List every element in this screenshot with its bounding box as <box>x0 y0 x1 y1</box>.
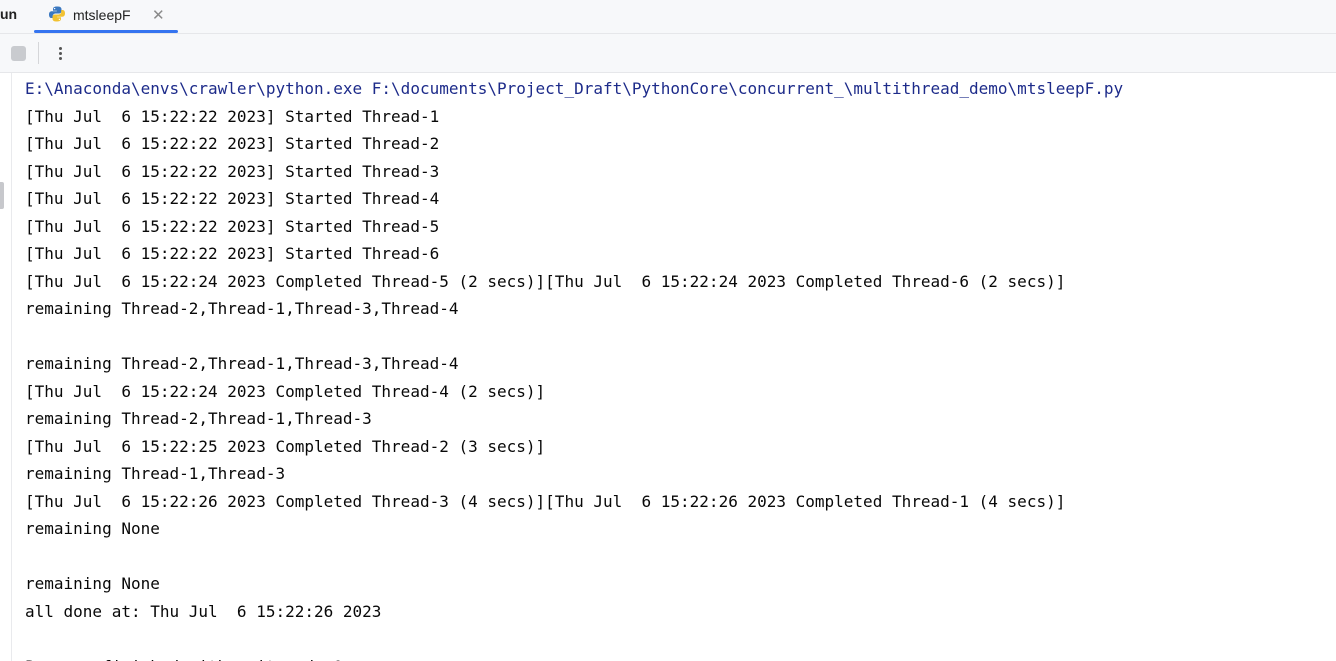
console-line: [Thu Jul 6 15:22:26 2023 Completed Threa… <box>25 491 1066 511</box>
run-tab-bar: un mtsleepF ✕ <box>0 0 1336 34</box>
console-line: all done at: Thu Jul 6 15:22:26 2023 <box>25 601 382 621</box>
close-icon[interactable]: ✕ <box>152 6 165 24</box>
console-text[interactable]: E:\Anaconda\envs\crawler\python.exe F:\d… <box>25 75 1123 661</box>
console-line: [Thu Jul 6 15:22:24 2023 Completed Threa… <box>25 381 546 401</box>
console-line: [Thu Jul 6 15:22:22 2023] Started Thread… <box>25 106 440 126</box>
tab-label: mtsleepF <box>73 7 131 23</box>
console-line: [Thu Jul 6 15:22:22 2023] Started Thread… <box>25 189 440 208</box>
console-line: remaining Thread-2,Thread-1,Thread-3 <box>25 409 372 428</box>
run-window-title: un <box>0 6 18 22</box>
console-line: [Thu Jul 6 15:22:22 2023] Started Thread… <box>25 216 440 236</box>
console-output-panel[interactable]: E:\Anaconda\envs\crawler\python.exe F:\d… <box>0 73 1336 661</box>
run-toolbar <box>0 34 1336 73</box>
console-line: [Thu Jul 6 15:22:22 2023] Started Thread… <box>25 134 440 153</box>
console-line: [Thu Jul 6 15:22:22 2023] Started Thread… <box>25 161 440 181</box>
console-line: [Thu Jul 6 15:22:22 2023] Started Thread… <box>25 244 440 263</box>
console-line: [Thu Jul 6 15:22:24 2023 Completed Threa… <box>25 271 1066 291</box>
toolbar-divider <box>38 42 39 64</box>
console-gutter <box>11 73 12 661</box>
run-tool-window: un mtsleepF ✕ E:\Anaconda\envs\crawler\p… <box>0 0 1336 661</box>
python-icon <box>48 5 66 23</box>
tab-mtsleepF[interactable]: mtsleepF ✕ <box>34 0 178 33</box>
active-tab-indicator <box>34 30 178 33</box>
console-line: remaining Thread-2,Thread-1,Thread-3,Thr… <box>25 354 459 373</box>
console-line: Process finished with exit code 0 <box>25 653 1123 661</box>
console-line: remaining None <box>25 519 160 538</box>
console-line: remaining None <box>25 574 160 593</box>
console-line: remaining Thread-2,Thread-1,Thread-3,Thr… <box>25 299 459 318</box>
console-line: remaining Thread-1,Thread-3 <box>25 464 286 483</box>
more-vertical-icon[interactable] <box>50 41 70 65</box>
scroll-marker <box>0 182 4 209</box>
stop-icon[interactable] <box>11 46 26 61</box>
console-command-line: E:\Anaconda\envs\crawler\python.exe F:\d… <box>25 79 1124 98</box>
console-line: [Thu Jul 6 15:22:25 2023 Completed Threa… <box>25 436 546 456</box>
